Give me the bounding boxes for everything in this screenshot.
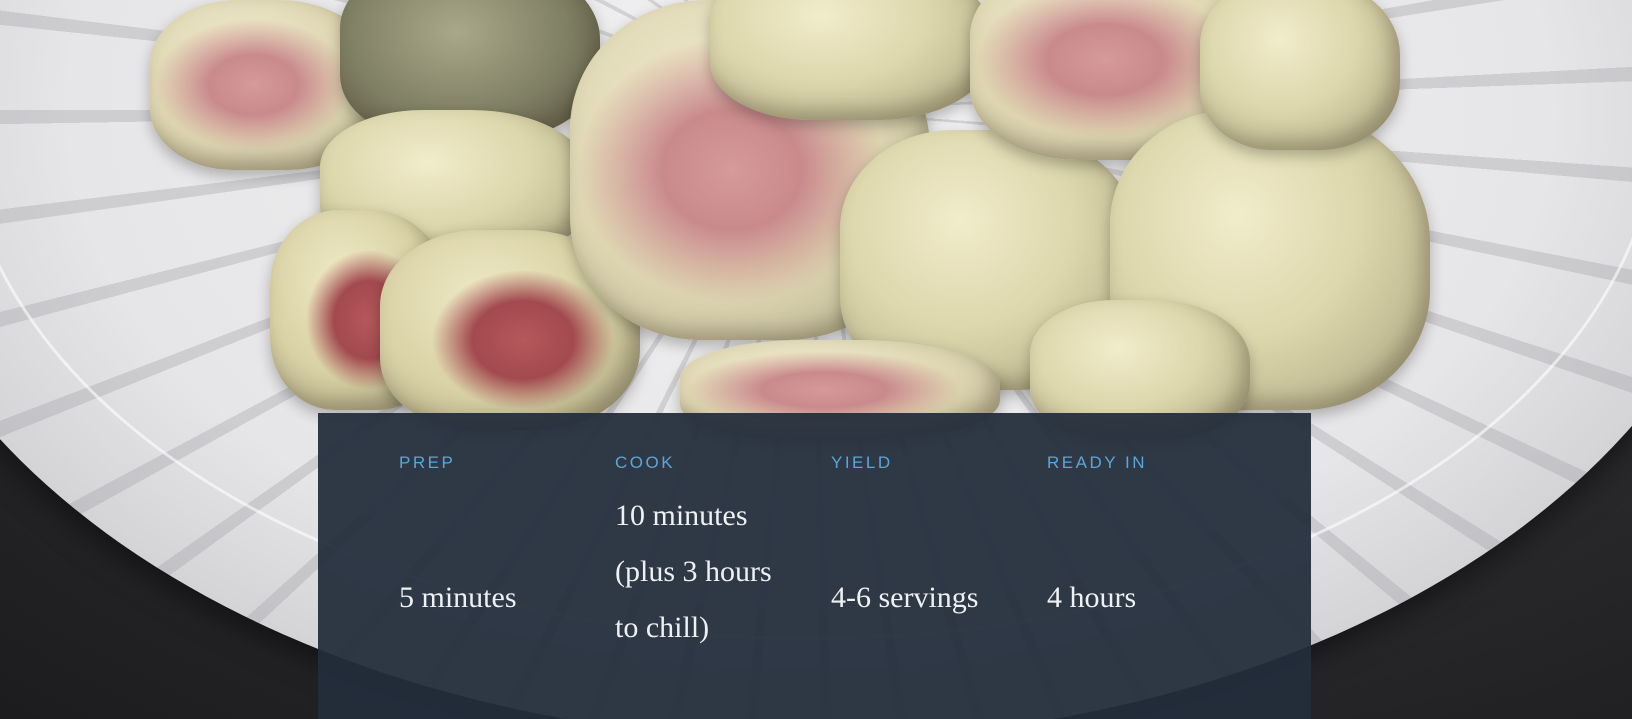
prep-value: 5 minutes	[399, 581, 517, 614]
hero-image: PREP 5 minutes COOK 10 minutes (plus 3 h…	[0, 0, 1632, 719]
yield-value: 4-6 servings	[831, 581, 979, 614]
cook-column: COOK 10 minutes (plus 3 hours to chill)	[615, 413, 815, 719]
ready-in-value: 4 hours	[1047, 581, 1137, 614]
potato-salad-photo	[150, 0, 1450, 440]
yield-column: YIELD 4-6 servings	[831, 413, 1031, 719]
prep-label: PREP	[399, 453, 456, 472]
yield-label: YIELD	[831, 453, 893, 472]
prep-column: PREP 5 minutes	[399, 413, 599, 719]
ready-in-column: READY IN 4 hours	[1047, 413, 1267, 719]
cook-label: COOK	[615, 453, 676, 472]
ready-in-label: READY IN	[1047, 453, 1147, 472]
recipe-info-card: PREP 5 minutes COOK 10 minutes (plus 3 h…	[318, 413, 1311, 719]
cook-value: 10 minutes (plus 3 hours to chill)	[615, 499, 772, 644]
